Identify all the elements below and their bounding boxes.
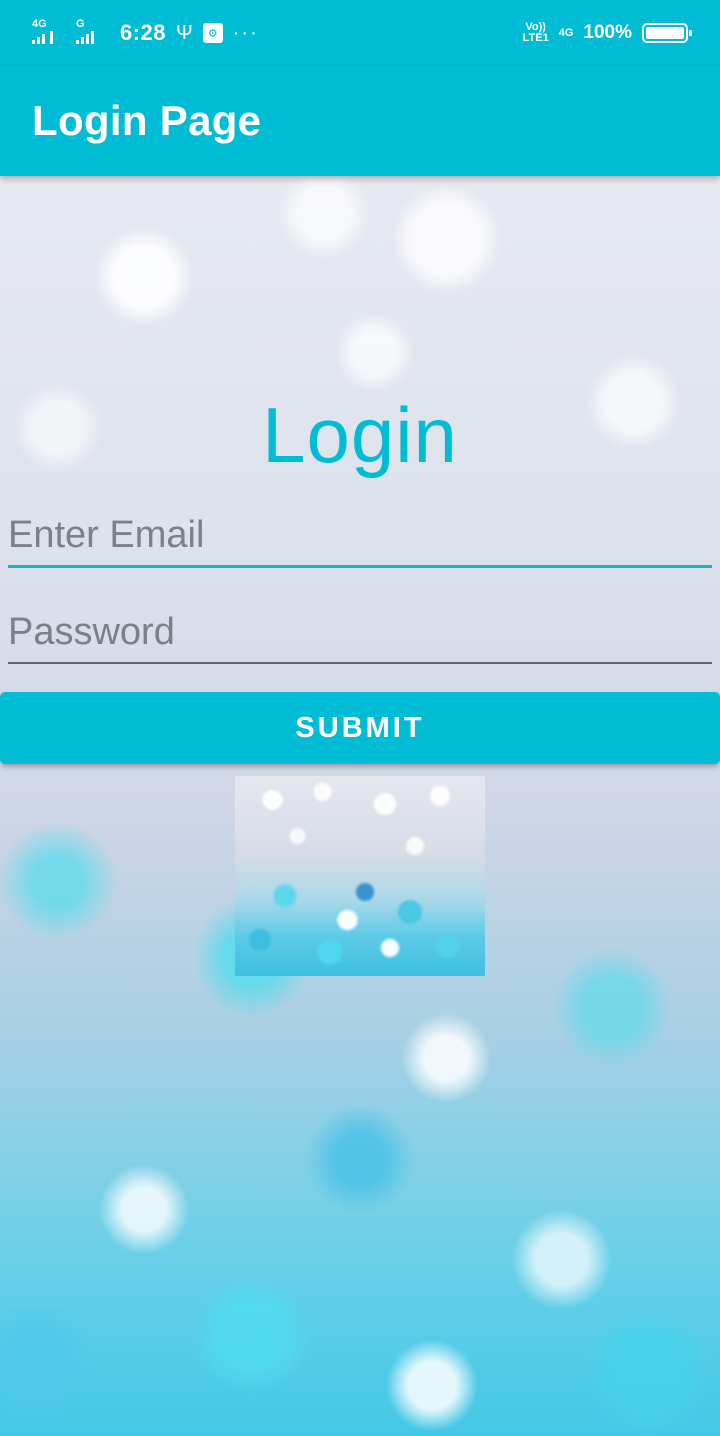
app-bar: Login Page	[0, 66, 720, 176]
lte-signal-icon: 4G	[558, 26, 574, 39]
signal-g-icon: G	[76, 18, 110, 46]
submit-button[interactable]: SUBMIT	[0, 692, 720, 764]
email-field[interactable]	[8, 506, 712, 565]
bokeh-image	[235, 776, 485, 976]
more-notifications-icon: ···	[232, 21, 259, 44]
password-field-container	[8, 602, 712, 664]
status-bar-left: 4G G 6:28 Ψ ⚙ ···	[32, 18, 259, 46]
network-label-4g: 4G	[32, 18, 47, 30]
volte-icon: Vo)) LTE1	[523, 22, 549, 44]
battery-icon	[642, 23, 692, 43]
status-bar-right: Vo)) LTE1 4G 100%	[523, 22, 692, 44]
network-label-g: G	[76, 18, 85, 30]
usb-icon: Ψ	[176, 22, 193, 44]
login-heading: Login	[262, 391, 458, 479]
password-field[interactable]	[8, 602, 712, 662]
status-time: 6:28	[120, 20, 167, 45]
usb-settings-icon: ⚙	[202, 23, 223, 43]
battery-percent: 100%	[583, 22, 632, 43]
app-bar-title: Login Page	[32, 97, 262, 144]
signal-4g-icon: 4G	[32, 18, 66, 46]
volte-bottom-label: LTE1	[522, 32, 549, 44]
battery-fill	[646, 27, 684, 39]
status-bar: 4G G 6:28 Ψ ⚙ ··· Vo)) LTE1 4G 100%	[0, 0, 720, 66]
email-field-container	[8, 506, 712, 568]
